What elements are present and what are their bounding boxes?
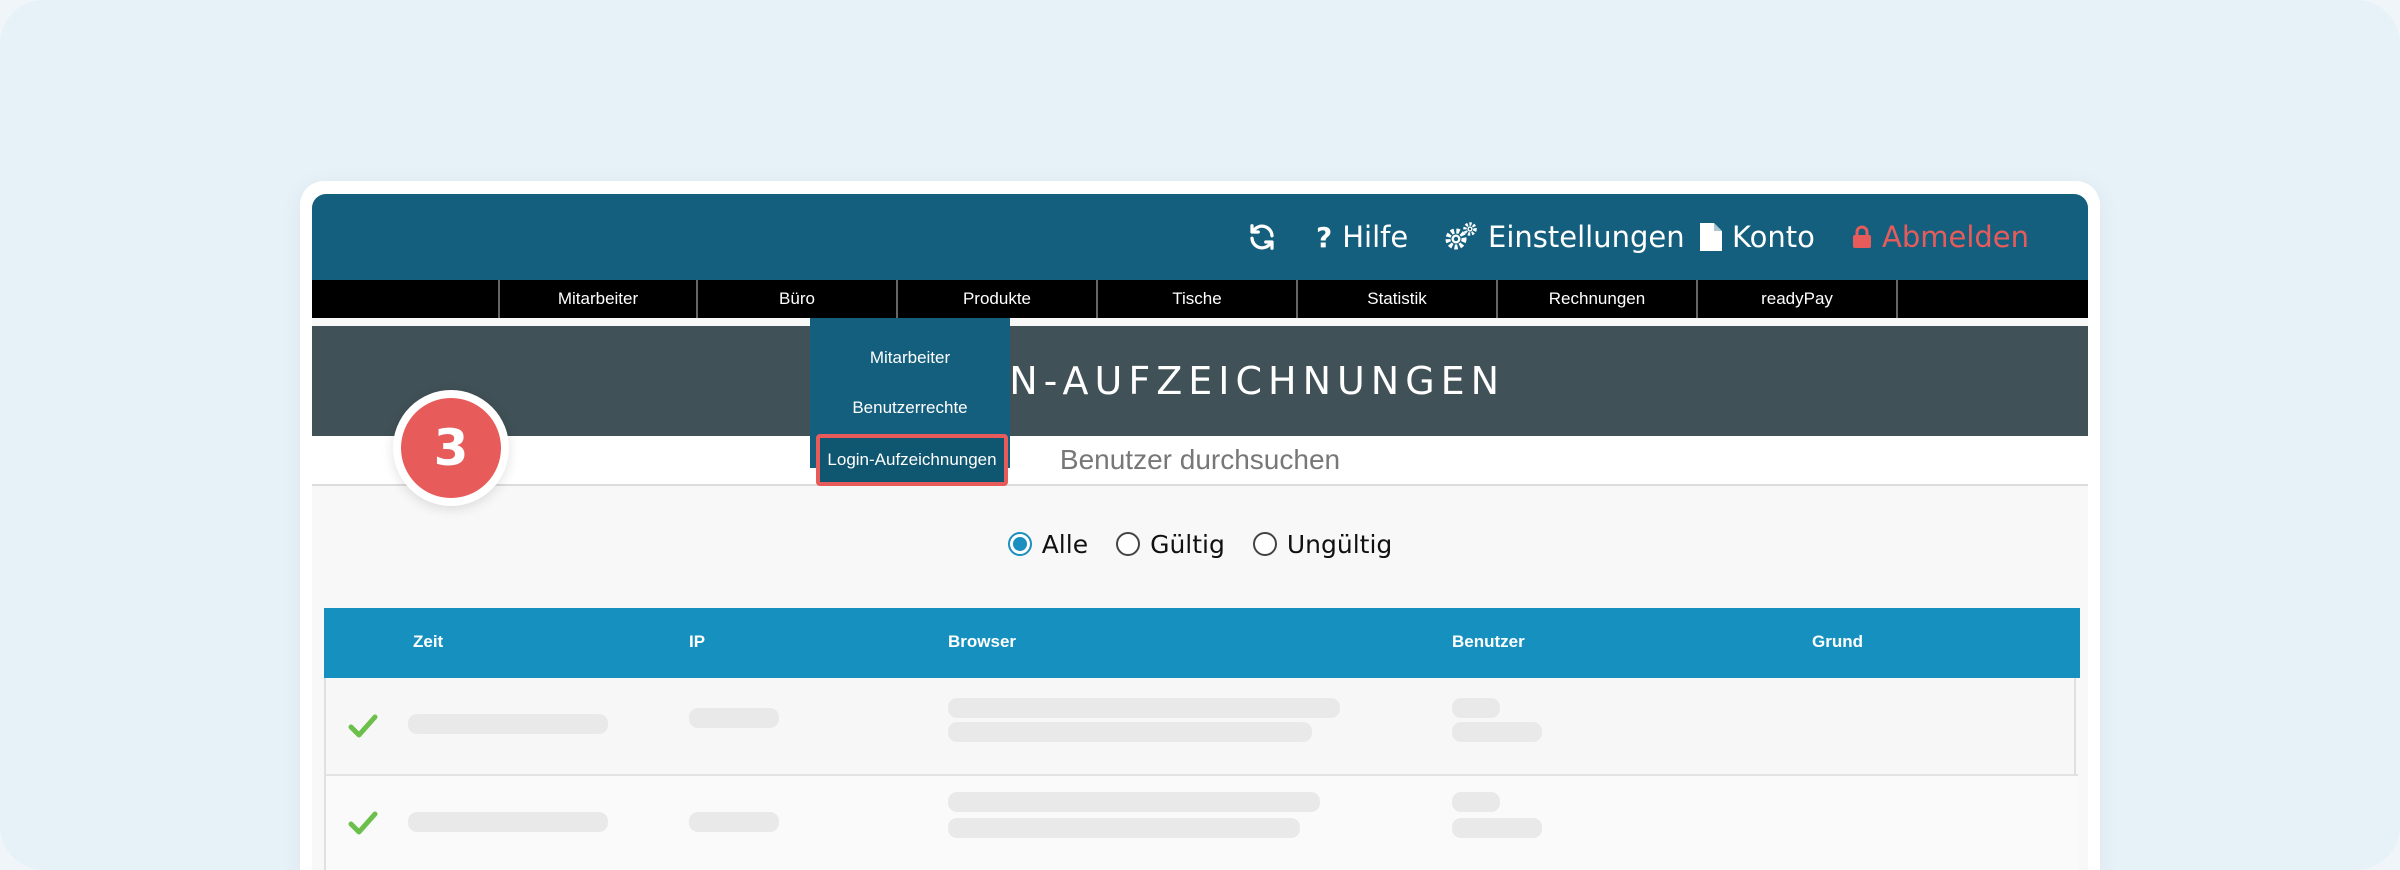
filter-label-alle: Alle (1041, 529, 1089, 559)
nav-item-mitarbeiter[interactable]: Mitarbeiter (498, 280, 698, 318)
check-icon (348, 714, 378, 738)
placeholder-user (1452, 792, 1500, 812)
settings-link[interactable]: Einstellungen (1444, 217, 1685, 257)
placeholder-user (1452, 818, 1542, 838)
column-header-browser[interactable]: Browser (948, 632, 1016, 652)
placeholder-time (408, 714, 608, 734)
lock-icon (1853, 225, 1871, 248)
column-header-benutzer[interactable]: Benutzer (1452, 632, 1525, 652)
document-icon (1700, 223, 1722, 251)
nav-item-statistik[interactable]: Statistik (1298, 280, 1498, 318)
nav-item-produkte[interactable]: Produkte (898, 280, 1098, 318)
table-row[interactable] (326, 774, 2078, 870)
column-header-zeit[interactable]: Zeit (413, 632, 443, 652)
filter-radio-alle[interactable]: Alle (1007, 529, 1089, 559)
help-label: Hilfe (1342, 220, 1409, 254)
question-icon: ? (1316, 220, 1333, 254)
filter-label-gueltig: Gültig (1150, 529, 1225, 559)
filter-label-ungueltig: Ungültig (1286, 529, 1393, 559)
logout-link[interactable]: Abmelden (1852, 217, 2029, 257)
radio-unchecked-icon (1252, 532, 1277, 556)
filter-radio-gueltig[interactable]: Gültig (1116, 530, 1225, 559)
nav-item-readypay[interactable]: readyPay (1698, 280, 1898, 318)
settings-label: Einstellungen (1488, 220, 1685, 254)
column-header-grund[interactable]: Grund (1812, 632, 1863, 652)
account-link[interactable]: Konto (1700, 217, 1815, 257)
placeholder-browser (948, 792, 1320, 812)
dropdown-item-login-aufzeichnungen[interactable]: Login-Aufzeichnungen (816, 434, 1008, 486)
placeholder-browser (948, 722, 1312, 742)
placeholder-time (408, 812, 608, 832)
help-link[interactable]: ? Hilfe (1316, 217, 1408, 257)
account-label: Konto (1732, 220, 1815, 254)
placeholder-user (1452, 722, 1542, 742)
check-icon (348, 811, 378, 835)
nav-item-rechnungen[interactable]: Rechnungen (1498, 280, 1698, 318)
placeholder-user (1452, 698, 1500, 718)
radio-checked-icon (1007, 532, 1032, 556)
page-title-band: LOGIN-AUFZEICHNUNGEN (312, 326, 2088, 436)
user-search-toggle[interactable]: Benutzer durchsuchen (312, 436, 2088, 486)
logout-label: Abmelden (1882, 220, 2030, 254)
table-header: Zeit IP Browser Benutzer Grund (324, 608, 2080, 678)
table-row[interactable] (326, 678, 2078, 774)
dropdown-item-benutzerrechte[interactable]: Benutzerrechte (810, 388, 1010, 428)
search-label: Benutzer durchsuchen (1059, 444, 1341, 475)
mitarbeiter-dropdown-menu: Mitarbeiter Benutzerrechte Login-Aufzeic… (810, 318, 1010, 486)
refresh-icon (1250, 224, 1274, 250)
placeholder-ip (689, 812, 779, 832)
filter-radio-ungueltig[interactable]: Ungültig (1252, 529, 1393, 559)
top-bar: ? Hilfe Einstellungen Konto Abmelden (312, 194, 2088, 280)
status-filter: Alle Gültig Ungültig (312, 524, 2088, 564)
step-number-badge: 3 (393, 390, 509, 506)
gears-icon (1445, 222, 1477, 250)
refresh-button[interactable] (1247, 217, 1277, 257)
dropdown-item-mitarbeiter[interactable]: Mitarbeiter (810, 338, 1010, 378)
radio-unchecked-icon (1116, 532, 1141, 556)
placeholder-browser (948, 818, 1300, 838)
nav-item-buero[interactable]: Büro (698, 280, 898, 318)
column-header-ip[interactable]: IP (689, 632, 705, 652)
login-records-table: Zeit IP Browser Benutzer Grund (324, 608, 2080, 870)
app-window: ? Hilfe Einstellungen Konto Abmelden Mit… (312, 194, 2088, 870)
nav-item-tische[interactable]: Tische (1098, 280, 1298, 318)
placeholder-ip (689, 708, 779, 728)
main-nav: Mitarbeiter Büro Produkte Tische Statist… (312, 280, 2088, 318)
placeholder-browser (948, 698, 1340, 718)
